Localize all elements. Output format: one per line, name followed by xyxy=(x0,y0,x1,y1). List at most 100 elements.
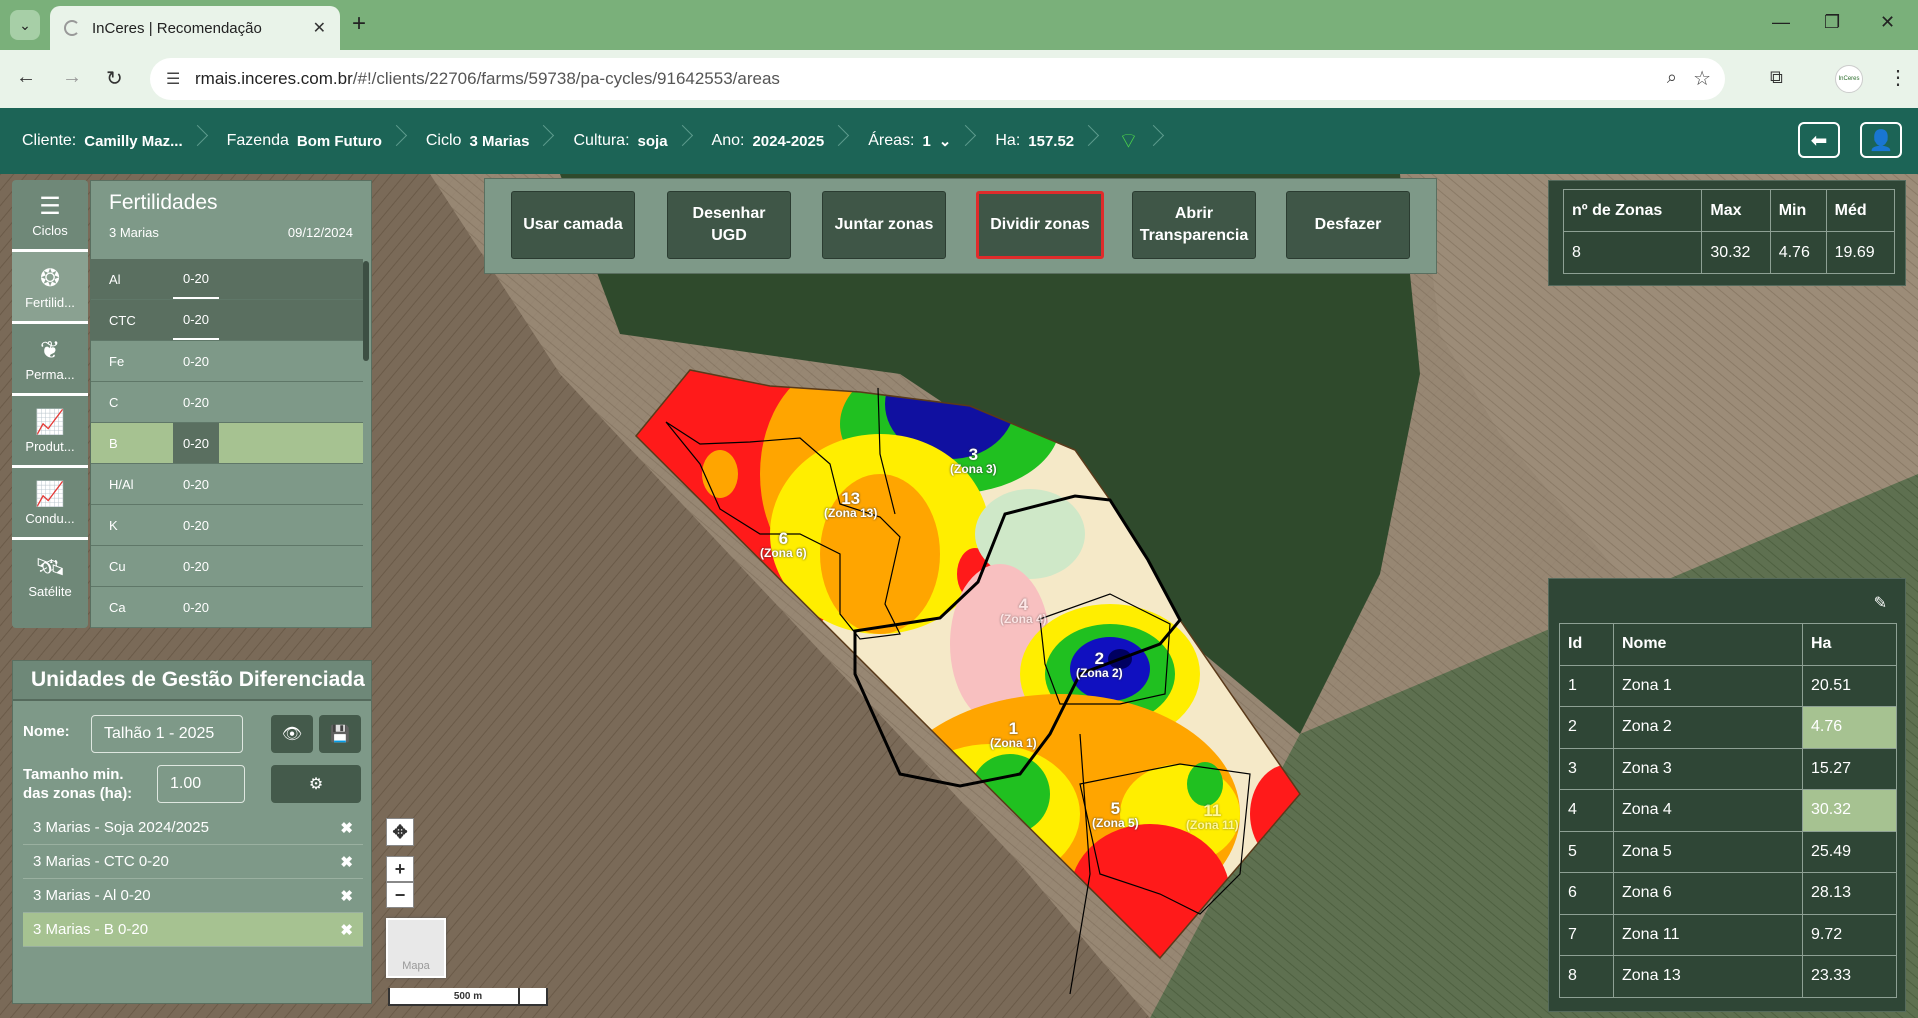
scrollbar[interactable] xyxy=(363,261,369,361)
tab-list-button[interactable]: ⌄ xyxy=(10,10,40,40)
fertility-icon: ❂ xyxy=(39,264,61,292)
stat-zone-count: 8 xyxy=(1562,231,1703,274)
new-tab-button[interactable]: + xyxy=(352,10,366,38)
edit-pencil-icon[interactable]: ✎ xyxy=(1874,593,1887,613)
settings-gears-icon[interactable]: ⚙ xyxy=(271,765,361,803)
remove-icon[interactable]: ✖ xyxy=(340,853,353,871)
desenhar-ugd-button[interactable]: Desenhar UGD xyxy=(667,191,791,259)
crumb-ha: Ha: 157.52 xyxy=(973,108,1096,174)
address-bar[interactable]: ☰ rmais.inceres.com.br/#!/clients/22706/… xyxy=(150,58,1725,100)
profile-avatar[interactable]: InCeres xyxy=(1835,65,1863,93)
crumb-ciclo[interactable]: Ciclo 3 Marias xyxy=(404,108,552,174)
column-header: Id xyxy=(1559,623,1614,666)
crumb-cliente[interactable]: Cliente: Camilly Maz... xyxy=(0,108,205,174)
zone-6-label: 6 (Zona 6) xyxy=(760,529,807,560)
sidebar-nav: ☰ Ciclos ❂ Fertilid... ❦ Perma... 📈 Produt..… xyxy=(12,180,88,628)
list-item[interactable]: B 0-20 xyxy=(91,423,363,464)
site-info-icon[interactable]: ☰ xyxy=(166,69,180,89)
crumb-connection: ⌔ xyxy=(1096,108,1161,174)
abrir-transparencia-button[interactable]: Abrir Transparencia xyxy=(1132,191,1256,259)
fertilidades-title: Fertilidades xyxy=(109,191,218,214)
table-row[interactable]: 2 Zona 2 4.76 xyxy=(1559,706,1897,749)
sidebar-item-ciclos[interactable]: ☰ Ciclos xyxy=(12,180,88,252)
list-item[interactable]: 3 Marias - B 0-20 ✖ xyxy=(23,913,363,947)
sidebar-item-produtividade[interactable]: 📈 Produt... xyxy=(12,396,88,468)
crumb-cultura[interactable]: Cultura: soja xyxy=(551,108,689,174)
tamanho-input[interactable]: 1.00 xyxy=(157,765,245,803)
ugd-layer-list: 3 Marias - Soja 2024/2025 ✖ 3 Marias - CT… xyxy=(23,811,363,947)
zone-5-label: 5 (Zona 5) xyxy=(1092,799,1139,830)
zone-stats-panel: nº de Zonas Max Min Méd 8 30.32 4.76 19.… xyxy=(1548,180,1906,286)
browser-tab[interactable]: InCeres | Recomendação ✕ xyxy=(50,6,340,50)
extensions-icon[interactable]: ⧉ xyxy=(1770,67,1783,88)
crumb-fazenda[interactable]: Fazenda Bom Futuro xyxy=(205,108,404,174)
list-item[interactable]: Al 0-20 xyxy=(91,259,363,300)
minimize-button[interactable]: — xyxy=(1772,12,1790,33)
sidebar-item-permanentes[interactable]: ❦ Perma... xyxy=(12,324,88,396)
table-row[interactable]: 3 Zona 3 15.27 xyxy=(1559,747,1897,790)
table-row[interactable]: 7 Zona 11 9.72 xyxy=(1559,913,1897,956)
zone-3-label: 3 (Zona 3) xyxy=(950,445,997,476)
stat-avg: 19.69 xyxy=(1825,231,1896,274)
restore-button[interactable]: ❐ xyxy=(1824,12,1840,33)
sidebar-item-fertilidades[interactable]: ❂ Fertilid... xyxy=(12,252,88,324)
sidebar-item-condutividade[interactable]: 📈 Condu... xyxy=(12,468,88,540)
user-button[interactable]: 👤 xyxy=(1860,122,1902,158)
zone-toolbar: Usar camada Desenhar UGD Juntar zonas Div… xyxy=(484,178,1437,274)
close-window-button[interactable]: ✕ xyxy=(1880,12,1895,33)
tamanho-label: Tamanho min. das zonas (ha): xyxy=(23,766,133,802)
crumb-areas[interactable]: Áreas: 1 ⌄ xyxy=(846,108,973,174)
usar-camada-button[interactable]: Usar camada xyxy=(511,191,635,259)
back-button[interactable]: ← xyxy=(16,66,36,89)
fertilidades-date: 09/12/2024 xyxy=(287,225,353,240)
list-item[interactable]: Fe 0-20 xyxy=(91,341,363,382)
table-row[interactable]: 6 Zona 6 28.13 xyxy=(1559,872,1897,915)
remove-icon[interactable]: ✖ xyxy=(340,921,353,939)
list-item[interactable]: C 0-20 xyxy=(91,382,363,423)
nome-input[interactable]: Talhão 1 - 2025 xyxy=(91,715,243,753)
column-header: Min xyxy=(1769,189,1827,232)
table-row[interactable]: 8 Zona 13 23.33 xyxy=(1559,955,1897,998)
bookmark-star-icon[interactable]: ☆ xyxy=(1693,66,1711,91)
list-item[interactable]: Cu 0-20 xyxy=(91,546,363,587)
table-row[interactable]: 4 Zona 4 30.32 xyxy=(1559,789,1897,832)
fertilidades-list: Al 0-20 CTC 0-20 Fe 0-20 C 0-20 B 0-20 H/Al 0-… xyxy=(91,259,363,628)
scale-bar: 500 m xyxy=(388,988,548,1006)
list-item[interactable]: 3 Marias - Soja 2024/2025 ✖ xyxy=(23,811,363,845)
table-row[interactable]: 5 Zona 5 25.49 xyxy=(1559,830,1897,873)
back-arrow-button[interactable]: ⬅ xyxy=(1798,122,1840,158)
list-item[interactable]: 3 Marias - Al 0-20 ✖ xyxy=(23,879,363,913)
crumb-ano[interactable]: Ano: 2024-2025 xyxy=(690,108,847,174)
plants-icon: ❦ xyxy=(39,336,61,364)
table-row[interactable]: 1 Zona 1 20.51 xyxy=(1559,664,1897,707)
zoom-out-button[interactable]: − xyxy=(386,882,414,908)
list-item[interactable]: Ca 0-20 xyxy=(91,587,363,628)
dividir-zonas-button[interactable]: Dividir zonas xyxy=(976,191,1104,259)
basemap-toggle[interactable]: Mapa xyxy=(386,918,446,978)
zoom-in-button[interactable]: + xyxy=(386,856,414,882)
juntar-zonas-button[interactable]: Juntar zonas xyxy=(822,191,946,259)
list-item[interactable]: CTC 0-20 xyxy=(91,300,363,341)
stat-min: 4.76 xyxy=(1769,231,1827,274)
sidebar-item-satelite[interactable]: 🛰 Satélite xyxy=(12,540,88,612)
fertilidades-subtitle: 3 Marias xyxy=(109,225,159,240)
pan-button[interactable]: ✥ xyxy=(386,818,414,846)
desfazer-button[interactable]: Desfazer xyxy=(1286,191,1410,259)
zone-4-label: 4 (Zona 4) xyxy=(1000,595,1047,626)
reload-button[interactable]: ↻ xyxy=(106,66,123,91)
save-icon[interactable]: 💾 xyxy=(319,715,361,753)
browser-menu-icon[interactable]: ⋮ xyxy=(1888,65,1908,90)
close-tab-icon[interactable]: ✕ xyxy=(313,18,326,38)
zone-stats-table: nº de Zonas Max Min Méd 8 30.32 4.76 19.… xyxy=(1562,189,1896,274)
zone-1-label: 1 (Zona 1) xyxy=(990,719,1037,750)
remove-icon[interactable]: ✖ xyxy=(340,819,353,837)
list-item[interactable]: H/Al 0-20 xyxy=(91,464,363,505)
list-item[interactable]: 3 Marias - CTC 0-20 ✖ xyxy=(23,845,363,879)
forward-button[interactable]: → xyxy=(62,66,82,89)
remove-icon[interactable]: ✖ xyxy=(340,887,353,905)
column-header: Ha xyxy=(1802,623,1897,666)
zoom-icon[interactable]: ⌕ xyxy=(1667,67,1677,88)
url-path: /#!/clients/22706/farms/59738/pa-cycles/… xyxy=(352,69,780,88)
eye-icon[interactable]: 👁 xyxy=(271,715,313,753)
list-item[interactable]: K 0-20 xyxy=(91,505,363,546)
